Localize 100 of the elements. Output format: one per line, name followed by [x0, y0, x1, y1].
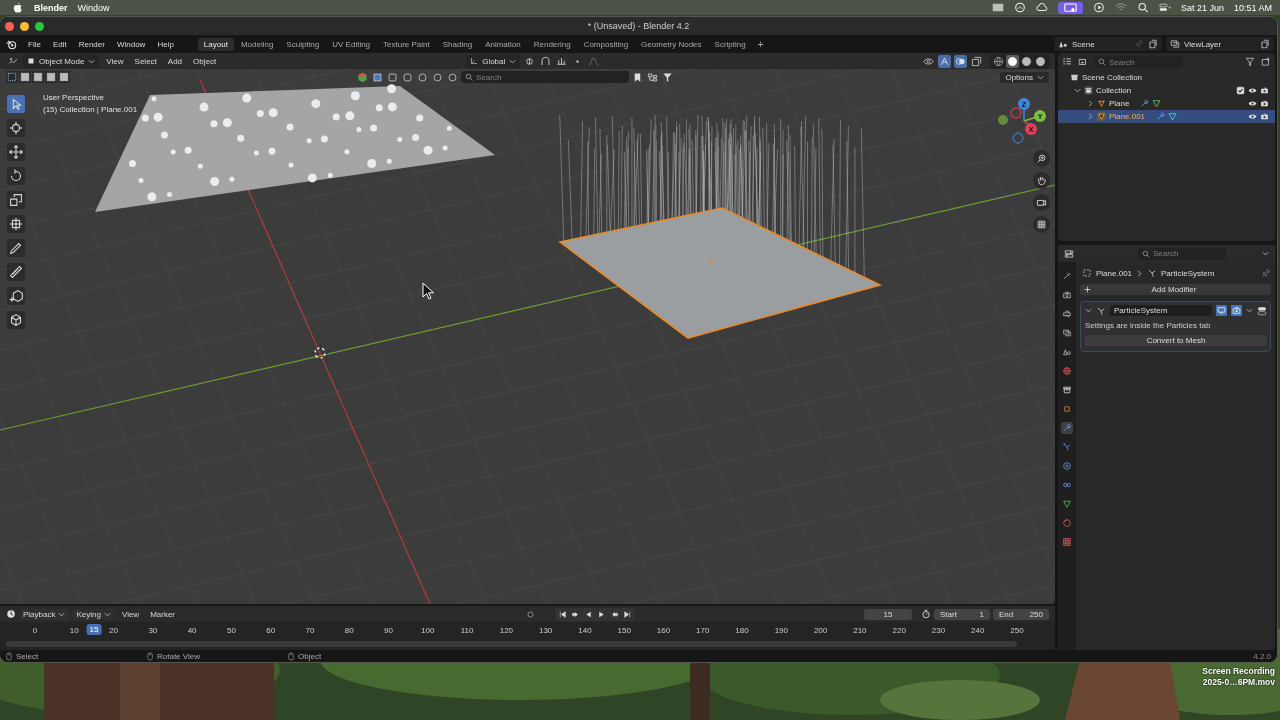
- display-mode-icon[interactable]: [1078, 57, 1088, 67]
- particles-icon[interactable]: [1061, 441, 1073, 453]
- menubar-time[interactable]: 10:51 AM: [1233, 2, 1272, 13]
- checker-icon[interactable]: [1061, 536, 1073, 548]
- eye-icon[interactable]: [1248, 112, 1257, 121]
- wrench-icon[interactable]: [1156, 112, 1166, 121]
- menu-dropdown[interactable]: Playback: [19, 608, 70, 620]
- blender-logo-icon[interactable]: [6, 38, 17, 50]
- caret-icon[interactable]: [1246, 307, 1253, 314]
- outliner-row[interactable]: Plane: [1058, 97, 1275, 110]
- menu-item[interactable]: Help: [153, 38, 178, 50]
- outliner-row[interactable]: Scene Collection: [1058, 71, 1275, 84]
- scale-icon[interactable]: [7, 191, 25, 209]
- properties-editor-icon[interactable]: [1064, 248, 1074, 259]
- filter-icon[interactable]: [431, 70, 444, 84]
- menu-item[interactable]: Window: [112, 38, 150, 50]
- camera-back-icon[interactable]: [1061, 289, 1073, 301]
- wrench-icon[interactable]: [1061, 422, 1073, 434]
- file-name-label[interactable]: 2025-0…6PM.mov: [1202, 677, 1275, 687]
- view-layer-selector[interactable]: ViewLayer: [1166, 37, 1274, 51]
- move-arrows-icon[interactable]: [7, 143, 25, 161]
- dial-icon[interactable]: [1013, 2, 1026, 13]
- axis-handle[interactable]: [1012, 132, 1024, 144]
- menu-dropdown[interactable]: Keying: [72, 608, 115, 620]
- monitor-icon[interactable]: [1216, 305, 1227, 316]
- selection-mode-icon[interactable]: [58, 71, 70, 83]
- control-center-icon[interactable]: [1158, 2, 1171, 13]
- camera-icon[interactable]: [1260, 99, 1269, 108]
- add-workspace-button[interactable]: +: [752, 38, 769, 50]
- 3d-cursor-icon[interactable]: [311, 344, 329, 362]
- screwdriver-icon[interactable]: [1061, 270, 1073, 282]
- crosshair-icon[interactable]: [7, 119, 25, 137]
- apple-logo-icon[interactable]: [12, 2, 24, 13]
- end-frame-field[interactable]: End 250: [993, 608, 1049, 620]
- camera-icon[interactable]: [1033, 194, 1050, 211]
- menu-item[interactable]: Marker: [146, 608, 180, 620]
- menu-item[interactable]: Render: [74, 38, 109, 50]
- orientation-dropdown[interactable]: Global: [466, 54, 521, 68]
- add-modifier-button[interactable]: Add Modifier: [1080, 284, 1271, 295]
- axis-handle[interactable]: [1010, 107, 1022, 119]
- jump-start-icon[interactable]: [557, 608, 569, 620]
- search-field[interactable]: Search: [1094, 56, 1182, 68]
- copy-icon[interactable]: [1260, 39, 1270, 49]
- pointer-icon[interactable]: [7, 95, 25, 113]
- hand-icon[interactable]: [1033, 172, 1050, 189]
- workspace-tab[interactable]: Sculpting: [280, 37, 326, 51]
- record-icon[interactable]: [525, 608, 537, 620]
- workspace-tab[interactable]: Texture Paint: [377, 37, 436, 51]
- clock-icon[interactable]: [6, 609, 16, 619]
- eye-icon[interactable]: [1248, 86, 1257, 95]
- cloud-icon[interactable]: [1035, 2, 1048, 13]
- selection-mode-icon[interactable]: [19, 71, 31, 83]
- cube-icon[interactable]: [7, 311, 25, 329]
- workspace-tab[interactable]: Compositing: [577, 37, 635, 51]
- search-icon[interactable]: [1136, 2, 1149, 13]
- menu-item[interactable]: Window: [77, 2, 110, 13]
- copy-icon[interactable]: [1148, 39, 1158, 49]
- checkbox[interactable]: [1236, 86, 1245, 95]
- search-field[interactable]: Search: [461, 71, 629, 83]
- overlay-toggle-icon[interactable]: [954, 54, 967, 68]
- outliner-view-icon[interactable]: [646, 70, 659, 84]
- close-icon[interactable]: [5, 21, 14, 31]
- stopwatch-icon[interactable]: [921, 609, 931, 619]
- chevron-icon[interactable]: [1087, 113, 1094, 120]
- workspace-tab[interactable]: UV Editing: [326, 37, 377, 51]
- magnet-icon[interactable]: [539, 54, 553, 68]
- zoom-icon[interactable]: [1033, 150, 1050, 167]
- workspace-tab[interactable]: Scripting: [708, 37, 752, 51]
- menu-item[interactable]: File: [24, 38, 45, 50]
- funnel-icon[interactable]: [1245, 57, 1255, 67]
- eye-icon[interactable]: [1248, 99, 1257, 108]
- selection-mode-icon[interactable]: [45, 71, 57, 83]
- screen-share-button[interactable]: [1057, 1, 1083, 14]
- mode-dropdown[interactable]: Object Mode: [23, 54, 100, 68]
- current-frame-field[interactable]: 15: [864, 608, 912, 620]
- add-cube-icon[interactable]: [7, 287, 25, 305]
- workspace-tab[interactable]: Modeling: [234, 37, 280, 51]
- pencil-icon[interactable]: [7, 239, 25, 257]
- orbit-icon[interactable]: [1061, 460, 1073, 472]
- menu-item[interactable]: Select: [130, 55, 161, 67]
- camera-icon[interactable]: [1260, 86, 1269, 95]
- new-collection-icon[interactable]: [1261, 57, 1271, 67]
- toggle-icon[interactable]: [1257, 305, 1267, 316]
- menu-item[interactable]: View: [117, 608, 144, 620]
- display-icon[interactable]: [991, 2, 1004, 13]
- rotate-icon[interactable]: [7, 167, 25, 185]
- menubar-date[interactable]: Sat 21 Jun: [1180, 2, 1224, 13]
- minimize-icon[interactable]: [20, 21, 29, 31]
- playhead[interactable]: 15: [86, 624, 102, 635]
- color-cube-icon[interactable]: [356, 70, 369, 84]
- triangle-icon[interactable]: [1061, 498, 1073, 510]
- scene-selector[interactable]: Scene: [1054, 37, 1162, 51]
- app-menu[interactable]: Blender: [34, 2, 68, 13]
- filter-icon[interactable]: [401, 70, 414, 84]
- selection-mode-icon[interactable]: [6, 71, 18, 83]
- chevron-icon[interactable]: [1087, 100, 1094, 107]
- transform-icon[interactable]: [7, 215, 25, 233]
- outliner-row[interactable]: Plane.001: [1058, 110, 1275, 123]
- workspace-tab[interactable]: Layout: [197, 37, 234, 51]
- list-icon[interactable]: [1062, 57, 1072, 67]
